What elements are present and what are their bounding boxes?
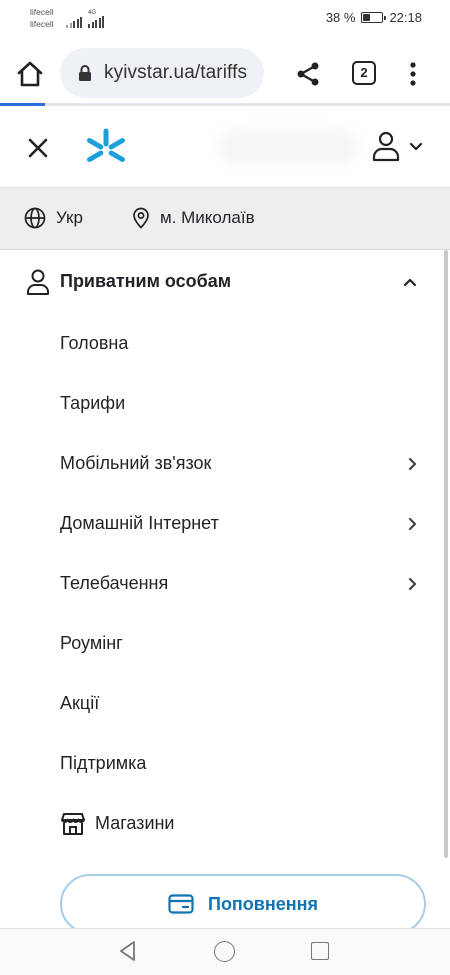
url-text[interactable]: kyivstar.ua/tariffs	[104, 62, 247, 84]
city-label[interactable]: м. Миколаїв	[160, 208, 255, 228]
user-icon[interactable]	[370, 130, 428, 162]
status-right: 38 % 22:18	[326, 10, 422, 25]
chevron-right-icon[interactable]	[404, 576, 420, 592]
kyivstar-logo[interactable]	[82, 126, 130, 174]
address-bar[interactable]: kyivstar.ua/tariffs	[60, 48, 264, 98]
card-icon	[168, 894, 194, 914]
battery-icon	[361, 12, 387, 23]
menu-item[interactable]: Головна	[0, 314, 440, 374]
topup-button[interactable]: Поповнення	[60, 874, 426, 934]
chevron-right-icon[interactable]	[404, 456, 420, 472]
globe-icon	[24, 207, 46, 229]
menu-item-label[interactable]: Мобільний зв'язок	[60, 453, 211, 474]
browser-toolbar: kyivstar.ua/tariffs 2	[0, 38, 450, 106]
city-selector[interactable]: м. Миколаїв	[132, 207, 255, 229]
menu-item-label[interactable]: Підтримка	[60, 753, 146, 774]
menu-item[interactable]: Телебачення	[0, 554, 440, 614]
store-icon	[61, 813, 85, 835]
signal-bars-2-icon	[88, 16, 104, 28]
lock-icon	[79, 65, 91, 81]
menu-item-label[interactable]: Тарифи	[60, 393, 125, 414]
menu-item-label[interactable]: Домашній Інтернет	[60, 513, 219, 534]
menu-item[interactable]: Роумінг	[0, 614, 440, 674]
topup-label[interactable]: Поповнення	[208, 894, 318, 915]
menu-item-label[interactable]: Магазини	[95, 813, 175, 834]
menu-item-label[interactable]: Телебачення	[60, 573, 168, 594]
chevron-right-icon[interactable]	[404, 516, 420, 532]
menu-item[interactable]: Магазини	[0, 794, 440, 854]
share-icon[interactable]	[294, 60, 322, 88]
home-icon[interactable]	[14, 58, 46, 90]
menu-item-label[interactable]: Головна	[60, 333, 128, 354]
menu-item[interactable]: Домашній Інтернет	[0, 494, 440, 554]
tab-switcher-button[interactable]: 2	[352, 61, 376, 85]
recent-square-icon[interactable]	[311, 942, 329, 960]
system-nav-bar	[0, 928, 450, 975]
location-pin-icon	[133, 207, 149, 229]
signal-indicators: 4G	[66, 10, 104, 28]
blurred-content	[218, 130, 358, 164]
close-icon[interactable]	[24, 134, 52, 162]
menu-item[interactable]: Підтримка	[0, 734, 440, 794]
language-selector[interactable]: Укр	[24, 207, 83, 229]
menu-item[interactable]: Мобільний зв'язок	[0, 434, 440, 494]
carrier-labels: lifecell lifecell	[30, 6, 54, 30]
home-circle-icon[interactable]	[214, 941, 235, 962]
clock: 22:18	[389, 10, 422, 25]
carrier-2: lifecell	[30, 19, 54, 29]
user-icon	[27, 269, 49, 295]
menu-item-label[interactable]: Роумінг	[60, 633, 123, 654]
section-private-customers[interactable]: Приватним особам	[0, 250, 440, 314]
locale-bar: Укр м. Миколаїв	[0, 188, 450, 250]
menu-item[interactable]: Акції	[0, 674, 440, 734]
carrier-1: lifecell	[30, 7, 54, 17]
menu-item-label[interactable]: Акції	[60, 693, 99, 714]
site-header	[0, 106, 450, 188]
more-vert-icon[interactable]	[405, 60, 421, 88]
language-label[interactable]: Укр	[56, 208, 83, 228]
signal-bars-icon	[66, 17, 82, 28]
chevron-up-icon[interactable]	[402, 274, 418, 290]
scrollbar[interactable]	[444, 250, 448, 858]
back-triangle-icon[interactable]	[118, 940, 138, 962]
status-bar: lifecell lifecell 4G 38 % 22:18	[0, 0, 450, 38]
battery-percent: 38 %	[325, 10, 356, 25]
menu-item[interactable]: Тарифи	[0, 374, 440, 434]
section-title[interactable]: Приватним особам	[60, 271, 231, 292]
